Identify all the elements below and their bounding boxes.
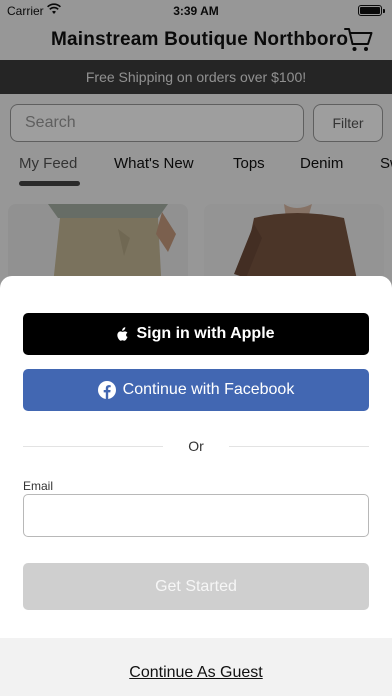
continue-as-guest-link[interactable]: Continue As Guest (0, 664, 392, 682)
email-label: Email (23, 479, 54, 493)
sign-in-sheet: Sign in with Apple Continue with Faceboo… (0, 276, 392, 696)
divider-line-right (229, 446, 369, 447)
guest-footer: Continue As Guest (0, 638, 392, 696)
get-started-button[interactable]: Get Started (23, 563, 369, 610)
facebook-button-label: Continue with Facebook (122, 381, 295, 398)
apple-icon (117, 327, 129, 341)
facebook-icon (97, 381, 116, 399)
sign-in-with-apple-button[interactable]: Sign in with Apple (23, 313, 369, 355)
apple-button-label: Sign in with Apple (136, 325, 275, 342)
continue-with-facebook-button[interactable]: Continue with Facebook (23, 369, 369, 411)
email-field[interactable] (23, 494, 369, 537)
or-divider: Or (23, 436, 369, 456)
